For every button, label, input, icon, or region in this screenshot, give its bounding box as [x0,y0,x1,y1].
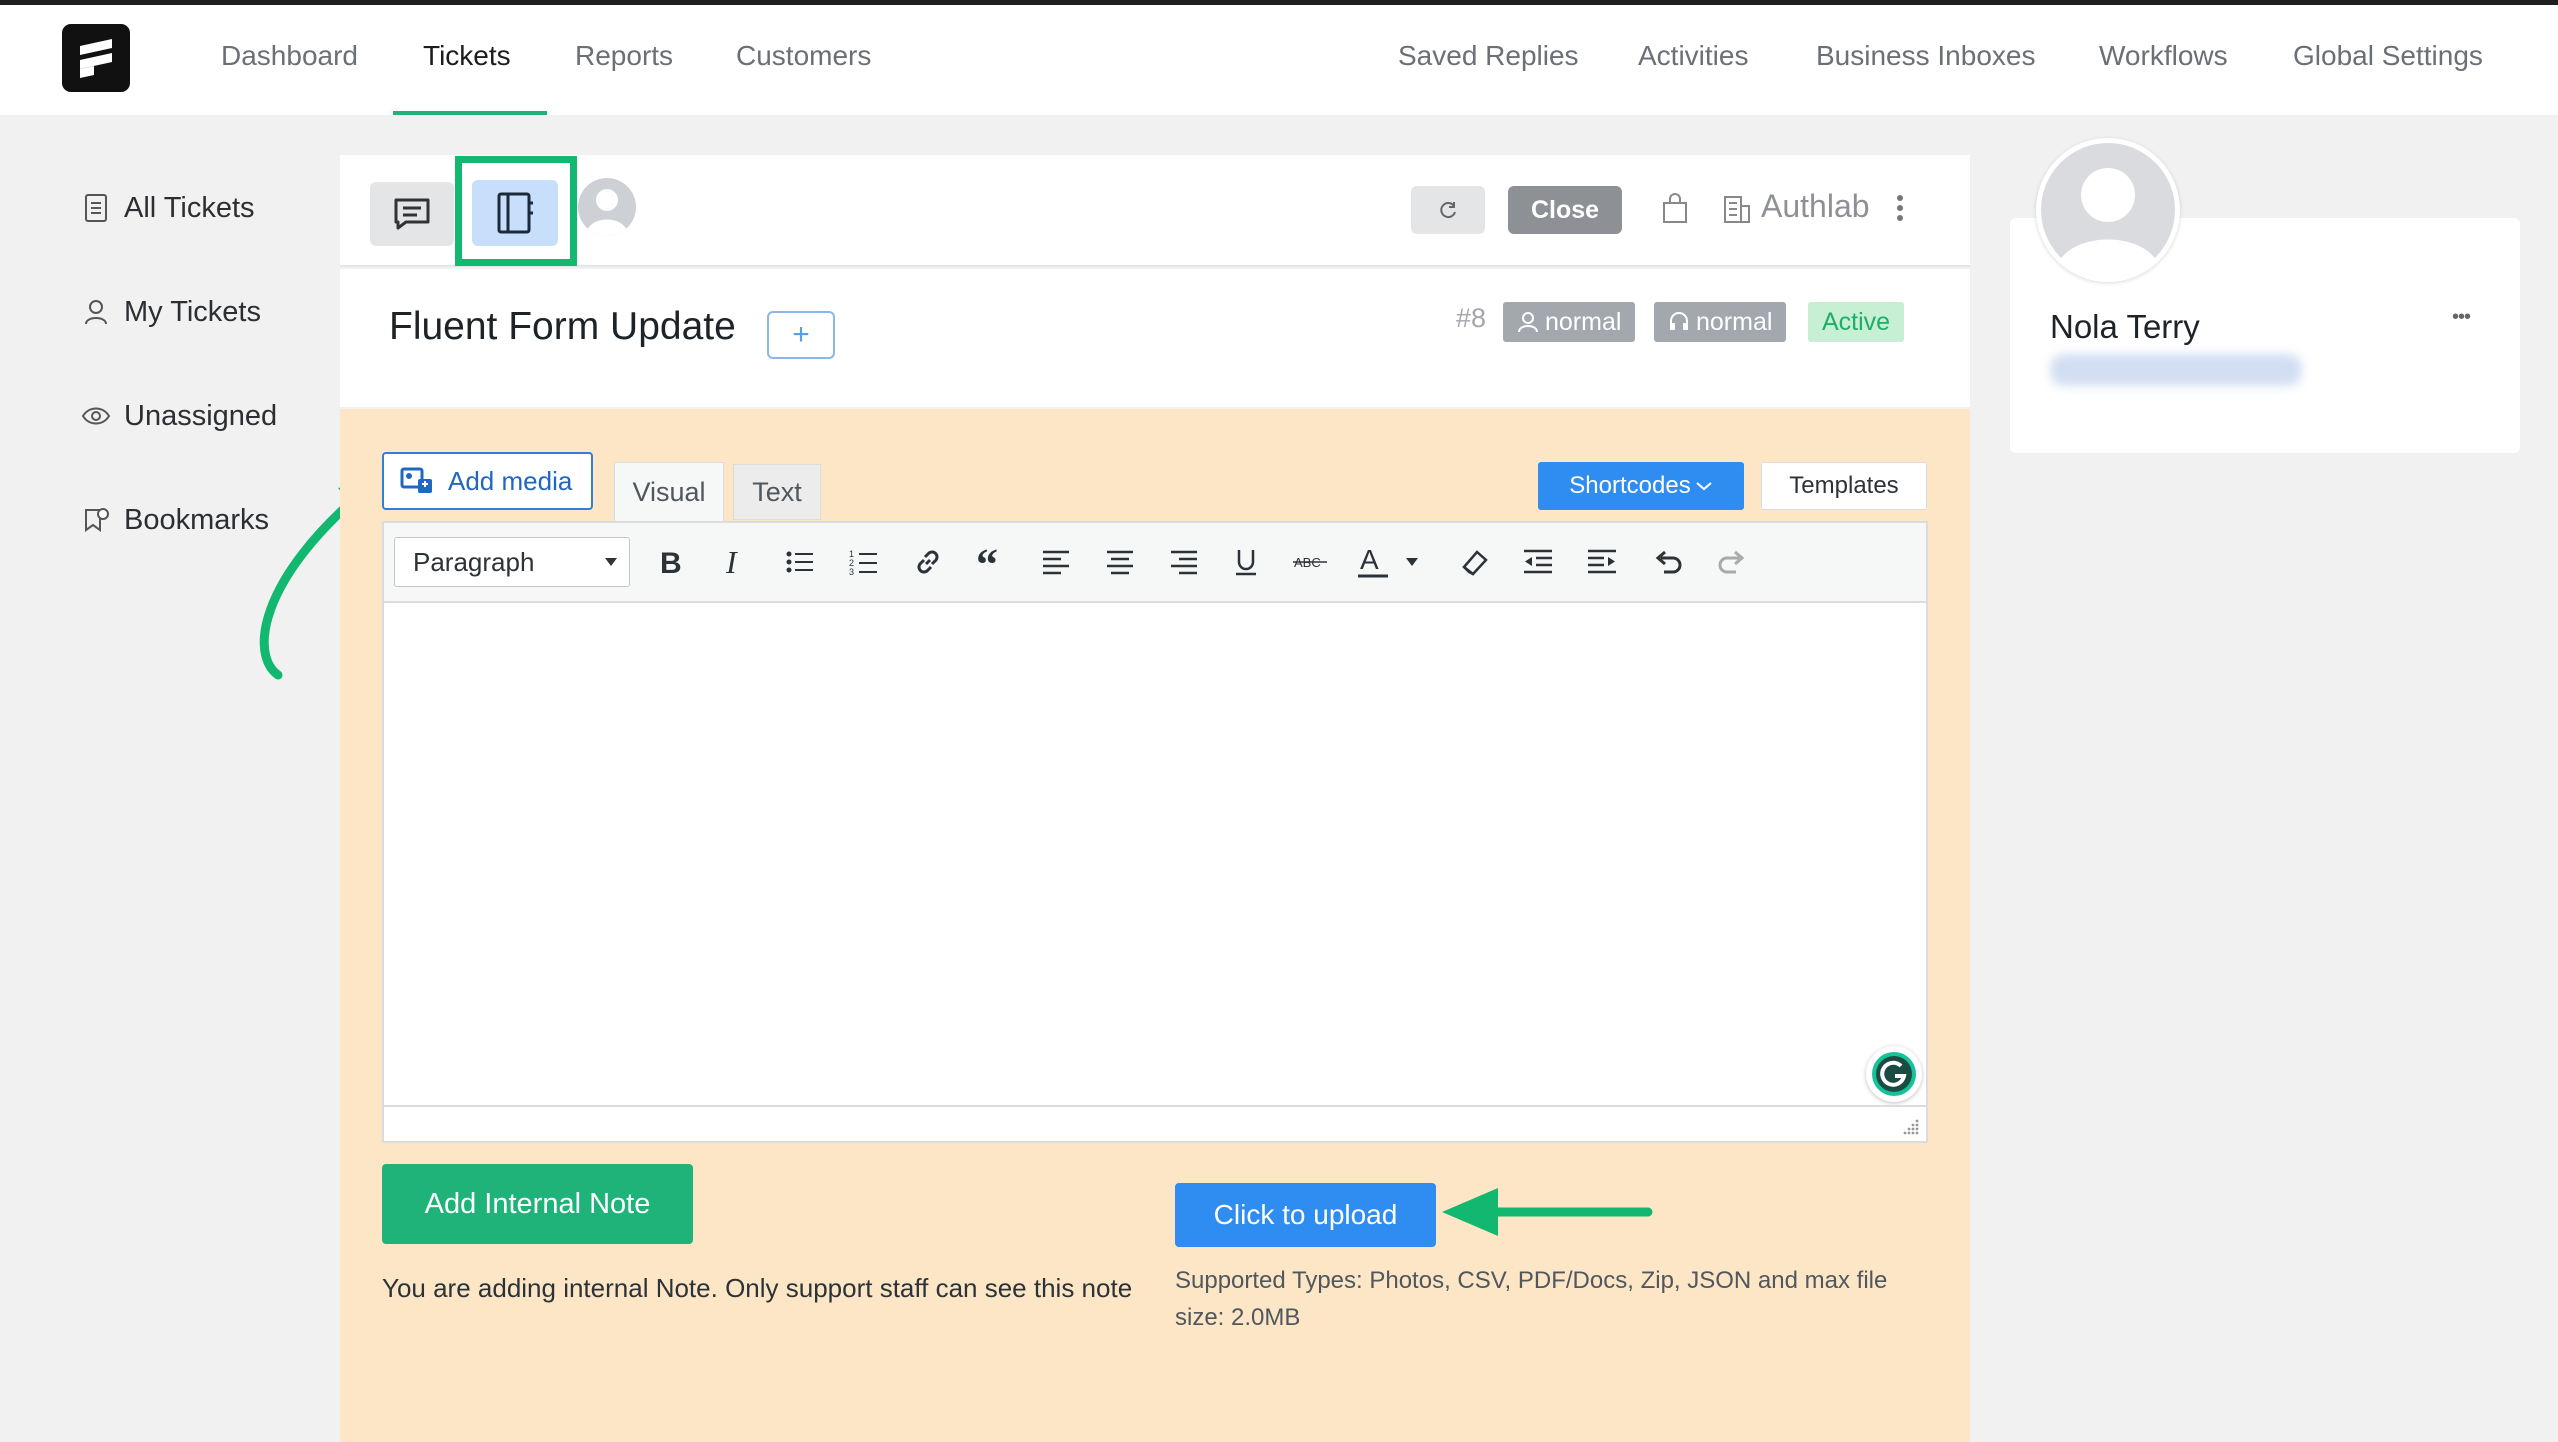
link-icon[interactable] [906,540,950,584]
internal-note-help-text: You are adding internal Note. Only suppo… [382,1273,1133,1303]
sidebar-item-label: All Tickets [124,191,255,224]
tab-visual[interactable]: Visual [614,462,724,522]
bookmark-icon [78,502,114,538]
list-icon [78,190,114,226]
app-logo[interactable] [62,24,130,92]
customer-avatar [2036,138,2180,282]
sidebar-item-label: My Tickets [124,295,261,328]
indent-icon[interactable] [1580,540,1624,584]
sidebar-item-all-tickets[interactable]: All Tickets [78,186,255,230]
building-icon [1722,193,1752,225]
redo-icon[interactable] [1710,540,1754,584]
agent-avatar[interactable] [578,178,636,236]
user-icon [78,294,114,330]
text-color-icon[interactable]: A [1354,540,1398,584]
italic-icon[interactable]: I [712,540,756,584]
logo-icon [80,39,112,78]
underline-icon[interactable] [1224,540,1268,584]
shortcodes-dropdown[interactable]: Shortcodes [1538,462,1744,510]
headset-icon [1670,312,1688,330]
editor-content[interactable] [384,605,1926,1105]
refresh-icon [1440,202,1456,219]
notebook-icon [497,192,533,234]
align-right-icon[interactable] [1162,540,1206,584]
nav-workflows[interactable]: Workflows [2099,38,2228,74]
blockquote-icon[interactable]: “ [970,540,1014,584]
nav-saved-replies[interactable]: Saved Replies [1398,38,1579,74]
upload-button[interactable]: Click to upload [1175,1183,1436,1247]
eye-icon [78,398,114,434]
svg-text:“: “ [976,549,998,575]
chat-icon [394,198,430,230]
annotation-arrow-left-icon [1442,1188,1653,1236]
outdent-icon[interactable] [1516,540,1560,584]
svg-text:I: I [725,547,738,577]
nav-reports[interactable]: Reports [575,38,673,74]
media-icon [400,467,432,493]
status-badge[interactable]: Active [1808,302,1905,342]
sidebar-item-my-tickets[interactable]: My Tickets [78,290,261,334]
chevron-down-icon [1696,482,1712,491]
nav-customers[interactable]: Customers [736,38,871,74]
sidebar-item-unassigned[interactable]: Unassigned [78,394,277,438]
refresh-button[interactable] [1411,186,1485,234]
close-ticket-button[interactable]: Close [1508,186,1622,234]
active-tab-indicator [393,111,547,115]
resize-handle-icon[interactable] [1902,1118,1920,1136]
templates-button[interactable]: Templates [1761,462,1927,510]
align-center-icon[interactable] [1098,540,1142,584]
format-select[interactable]: Paragraph [394,537,630,587]
ticket-number: #8 [1456,303,1487,333]
customer-menu-icon[interactable]: ••• [2452,306,2471,329]
upload-help-text: Supported Types: Photos, CSV, PDF/Docs, … [1175,1267,1888,1331]
customer-name[interactable]: Nola Terry [2050,308,2200,346]
nav-business-inboxes[interactable]: Business Inboxes [1816,38,2035,74]
add-tag-button[interactable]: + [767,311,835,359]
bullet-list-icon[interactable] [778,540,822,584]
user-icon [1518,312,1538,333]
bag-icon[interactable] [1660,193,1690,225]
nav-dashboard[interactable]: Dashboard [221,38,358,74]
editor-statusbar [384,1105,1926,1141]
customer-priority-badge[interactable]: normal [1503,302,1636,342]
avatar-placeholder-icon [2055,168,2161,277]
numbered-list-icon[interactable]: 123 [842,540,886,584]
svg-text:3: 3 [849,567,854,576]
undo-icon[interactable] [1646,540,1690,584]
add-media-button[interactable]: Add media [382,452,593,510]
text-color-dropdown-icon[interactable] [1398,540,1426,584]
customer-email-redacted [2050,354,2302,386]
strikethrough-icon[interactable]: ABC [1288,540,1332,584]
ticket-title: Fluent Form Update [389,305,736,348]
add-internal-note-button[interactable]: Add Internal Note [382,1164,693,1244]
tab-text[interactable]: Text [733,464,821,520]
more-options-icon[interactable] [1895,192,1905,224]
clear-formatting-icon[interactable] [1452,540,1496,584]
align-left-icon[interactable] [1034,540,1078,584]
grammarly-icon[interactable] [1866,1046,1922,1102]
nav-tickets[interactable]: Tickets [423,38,511,74]
agent-priority-badge[interactable]: normal [1654,302,1787,342]
avatar-placeholder-icon [586,189,628,236]
svg-text:A: A [1360,545,1379,575]
sidebar-item-label: Unassigned [124,399,278,432]
reply-mode-button[interactable] [370,182,454,246]
mailbox-name[interactable]: Authlab [1761,188,1870,225]
svg-text:B: B [660,547,682,577]
nav-activities[interactable]: Activities [1638,38,1748,74]
bold-icon[interactable]: B [648,540,692,584]
caret-down-icon [605,558,617,566]
internal-note-mode-button[interactable] [472,180,558,246]
nav-global-settings[interactable]: Global Settings [2293,38,2483,74]
